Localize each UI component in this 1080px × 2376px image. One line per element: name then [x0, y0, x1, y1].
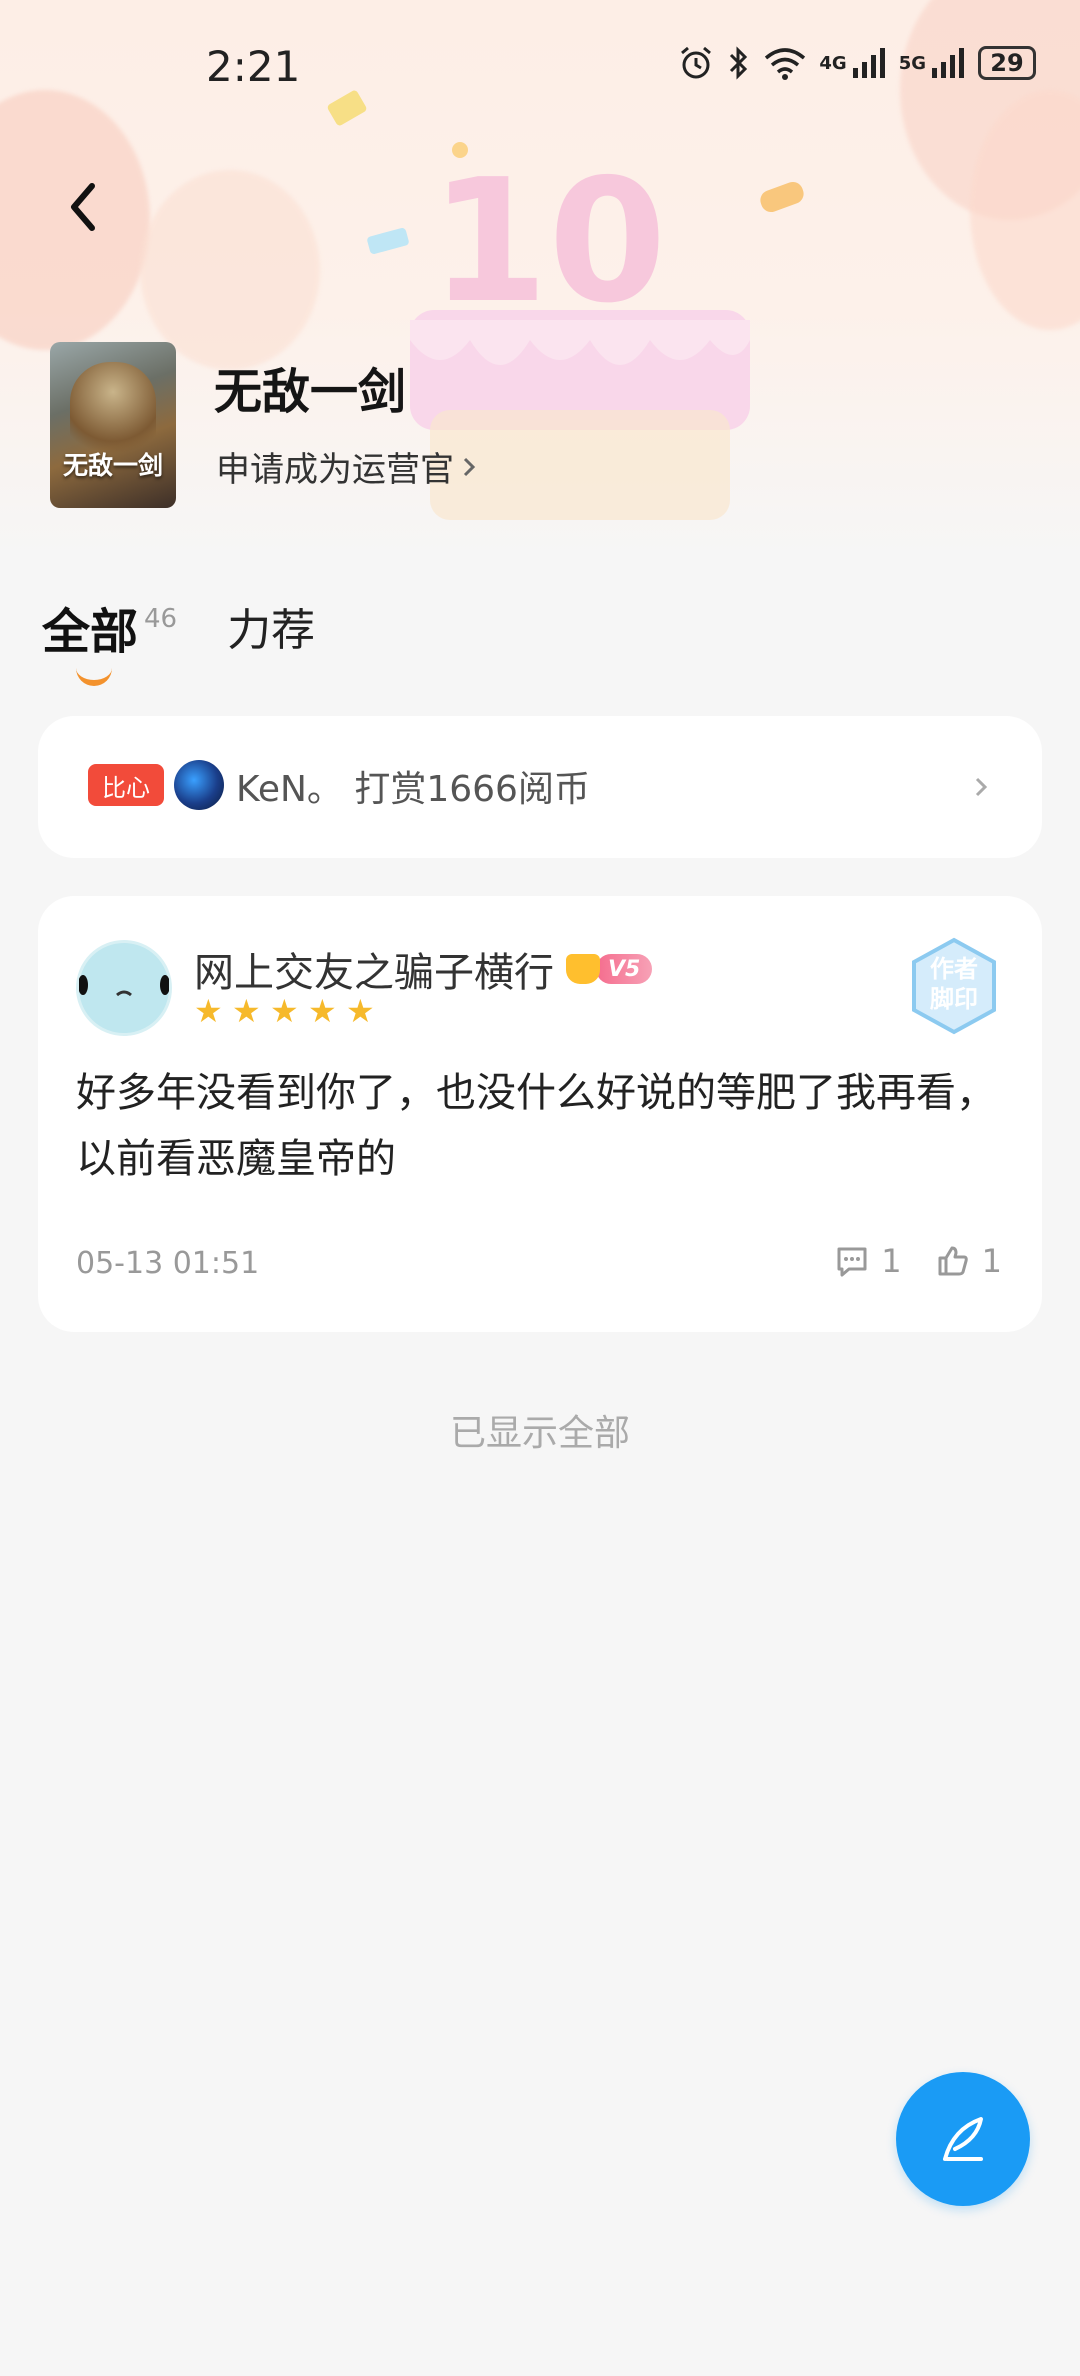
apply-operator-link[interactable]: 申请成为运营官	[216, 442, 478, 491]
like-count: 1	[981, 1242, 1002, 1280]
reward-badge: 比心	[88, 764, 164, 806]
review-content: 好多年没看到你了，也没什么好说的等肥了我再看，以前看恶魔皇帝的	[76, 1070, 996, 1182]
bluetooth-icon	[730, 46, 748, 80]
star-icon: ★	[270, 992, 299, 1030]
chevron-right-icon	[975, 777, 988, 797]
star-icon: ★	[346, 992, 375, 1030]
comment-icon	[837, 1247, 867, 1277]
star-icon: ★	[308, 992, 337, 1030]
comment-count: 1	[881, 1242, 902, 1280]
network-5g-label: 5G	[898, 52, 926, 74]
star-icon: ★	[194, 992, 223, 1030]
reward-text: KeN。 打赏1666阅币	[236, 769, 590, 810]
apply-operator-label: 申请成为运营官	[216, 450, 454, 490]
back-arrow-icon[interactable]	[58, 172, 110, 242]
avatar[interactable]	[76, 940, 172, 1036]
vip-badge: V5	[566, 951, 653, 987]
alarm-icon	[681, 46, 712, 79]
status-time: 2:21	[206, 42, 301, 91]
tab-all-count: 46	[144, 604, 178, 634]
status-bar: 2:21 4G 5G 29	[0, 0, 1080, 130]
avatar-face	[78, 975, 170, 997]
review-timestamp: 05-13 01:51	[76, 1246, 260, 1281]
signal-icon	[932, 48, 964, 78]
battery-icon: 29	[978, 46, 1036, 80]
write-review-button[interactable]	[896, 2072, 1030, 2206]
svg-text:10: 10	[430, 143, 667, 341]
tab-active-indicator	[76, 668, 112, 686]
book-title: 无敌一剑	[214, 364, 407, 420]
review-username-row: 网上交友之骗子横行 V5	[194, 940, 653, 998]
cover-title: 无敌一剑	[62, 451, 163, 480]
review-username[interactable]: 网上交友之骗子横行	[194, 940, 554, 998]
battery-level: 29	[990, 49, 1024, 77]
stamp-text: 作者脚印	[930, 955, 978, 1013]
wifi-icon	[765, 48, 806, 80]
confetti	[757, 179, 807, 215]
vip-level: V5	[596, 954, 653, 984]
avatar	[174, 760, 224, 810]
network-4g-label: 4G	[819, 52, 847, 74]
book-cover[interactable]: 无敌一剑	[50, 342, 176, 508]
rating-stars: ★ ★ ★ ★ ★	[194, 992, 376, 1030]
vip-cup-icon	[566, 954, 600, 984]
tab-all[interactable]: 全部	[42, 592, 139, 686]
review-tabs: 全部 46 力荐	[42, 592, 315, 686]
comment-button[interactable]: 1	[835, 1242, 902, 1280]
review-card: 网上交友之骗子横行 V5 ★ ★ ★ ★ ★ 作者脚印 好多年没看到你了，也没什…	[38, 896, 1042, 1332]
star-icon: ★	[232, 992, 261, 1030]
status-icons: 4G 5G 29	[677, 44, 1036, 82]
chevron-right-icon	[463, 457, 476, 476]
tab-all-label: 全部	[42, 604, 139, 660]
tab-recommend[interactable]: 力荐	[227, 594, 315, 658]
review-actions: 1 1	[835, 1242, 1002, 1280]
like-button[interactable]: 1	[936, 1242, 1002, 1280]
all-shown-label: 已显示全部	[449, 1413, 630, 1454]
reward-banner[interactable]: 比心 KeN。 打赏1666阅币	[38, 716, 1042, 858]
signal-icon	[852, 48, 885, 78]
quill-pen-icon	[943, 2117, 983, 2161]
thumbs-up-icon	[938, 1246, 968, 1276]
author-footprint-stamp: 作者脚印	[904, 936, 1004, 1036]
